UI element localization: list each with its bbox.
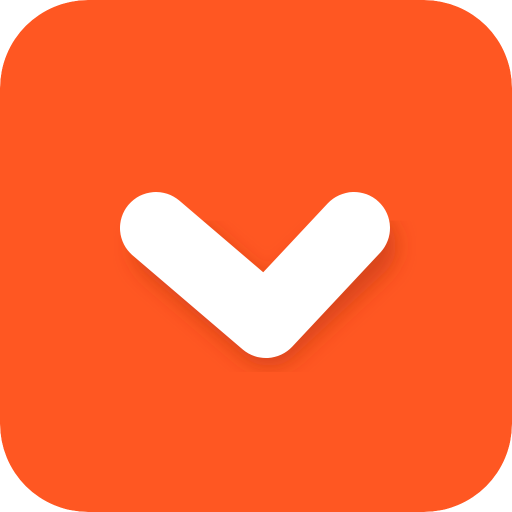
icon-background	[0, 0, 512, 512]
chevron-down-icon	[0, 0, 512, 512]
app-icon[interactable]	[0, 0, 512, 512]
